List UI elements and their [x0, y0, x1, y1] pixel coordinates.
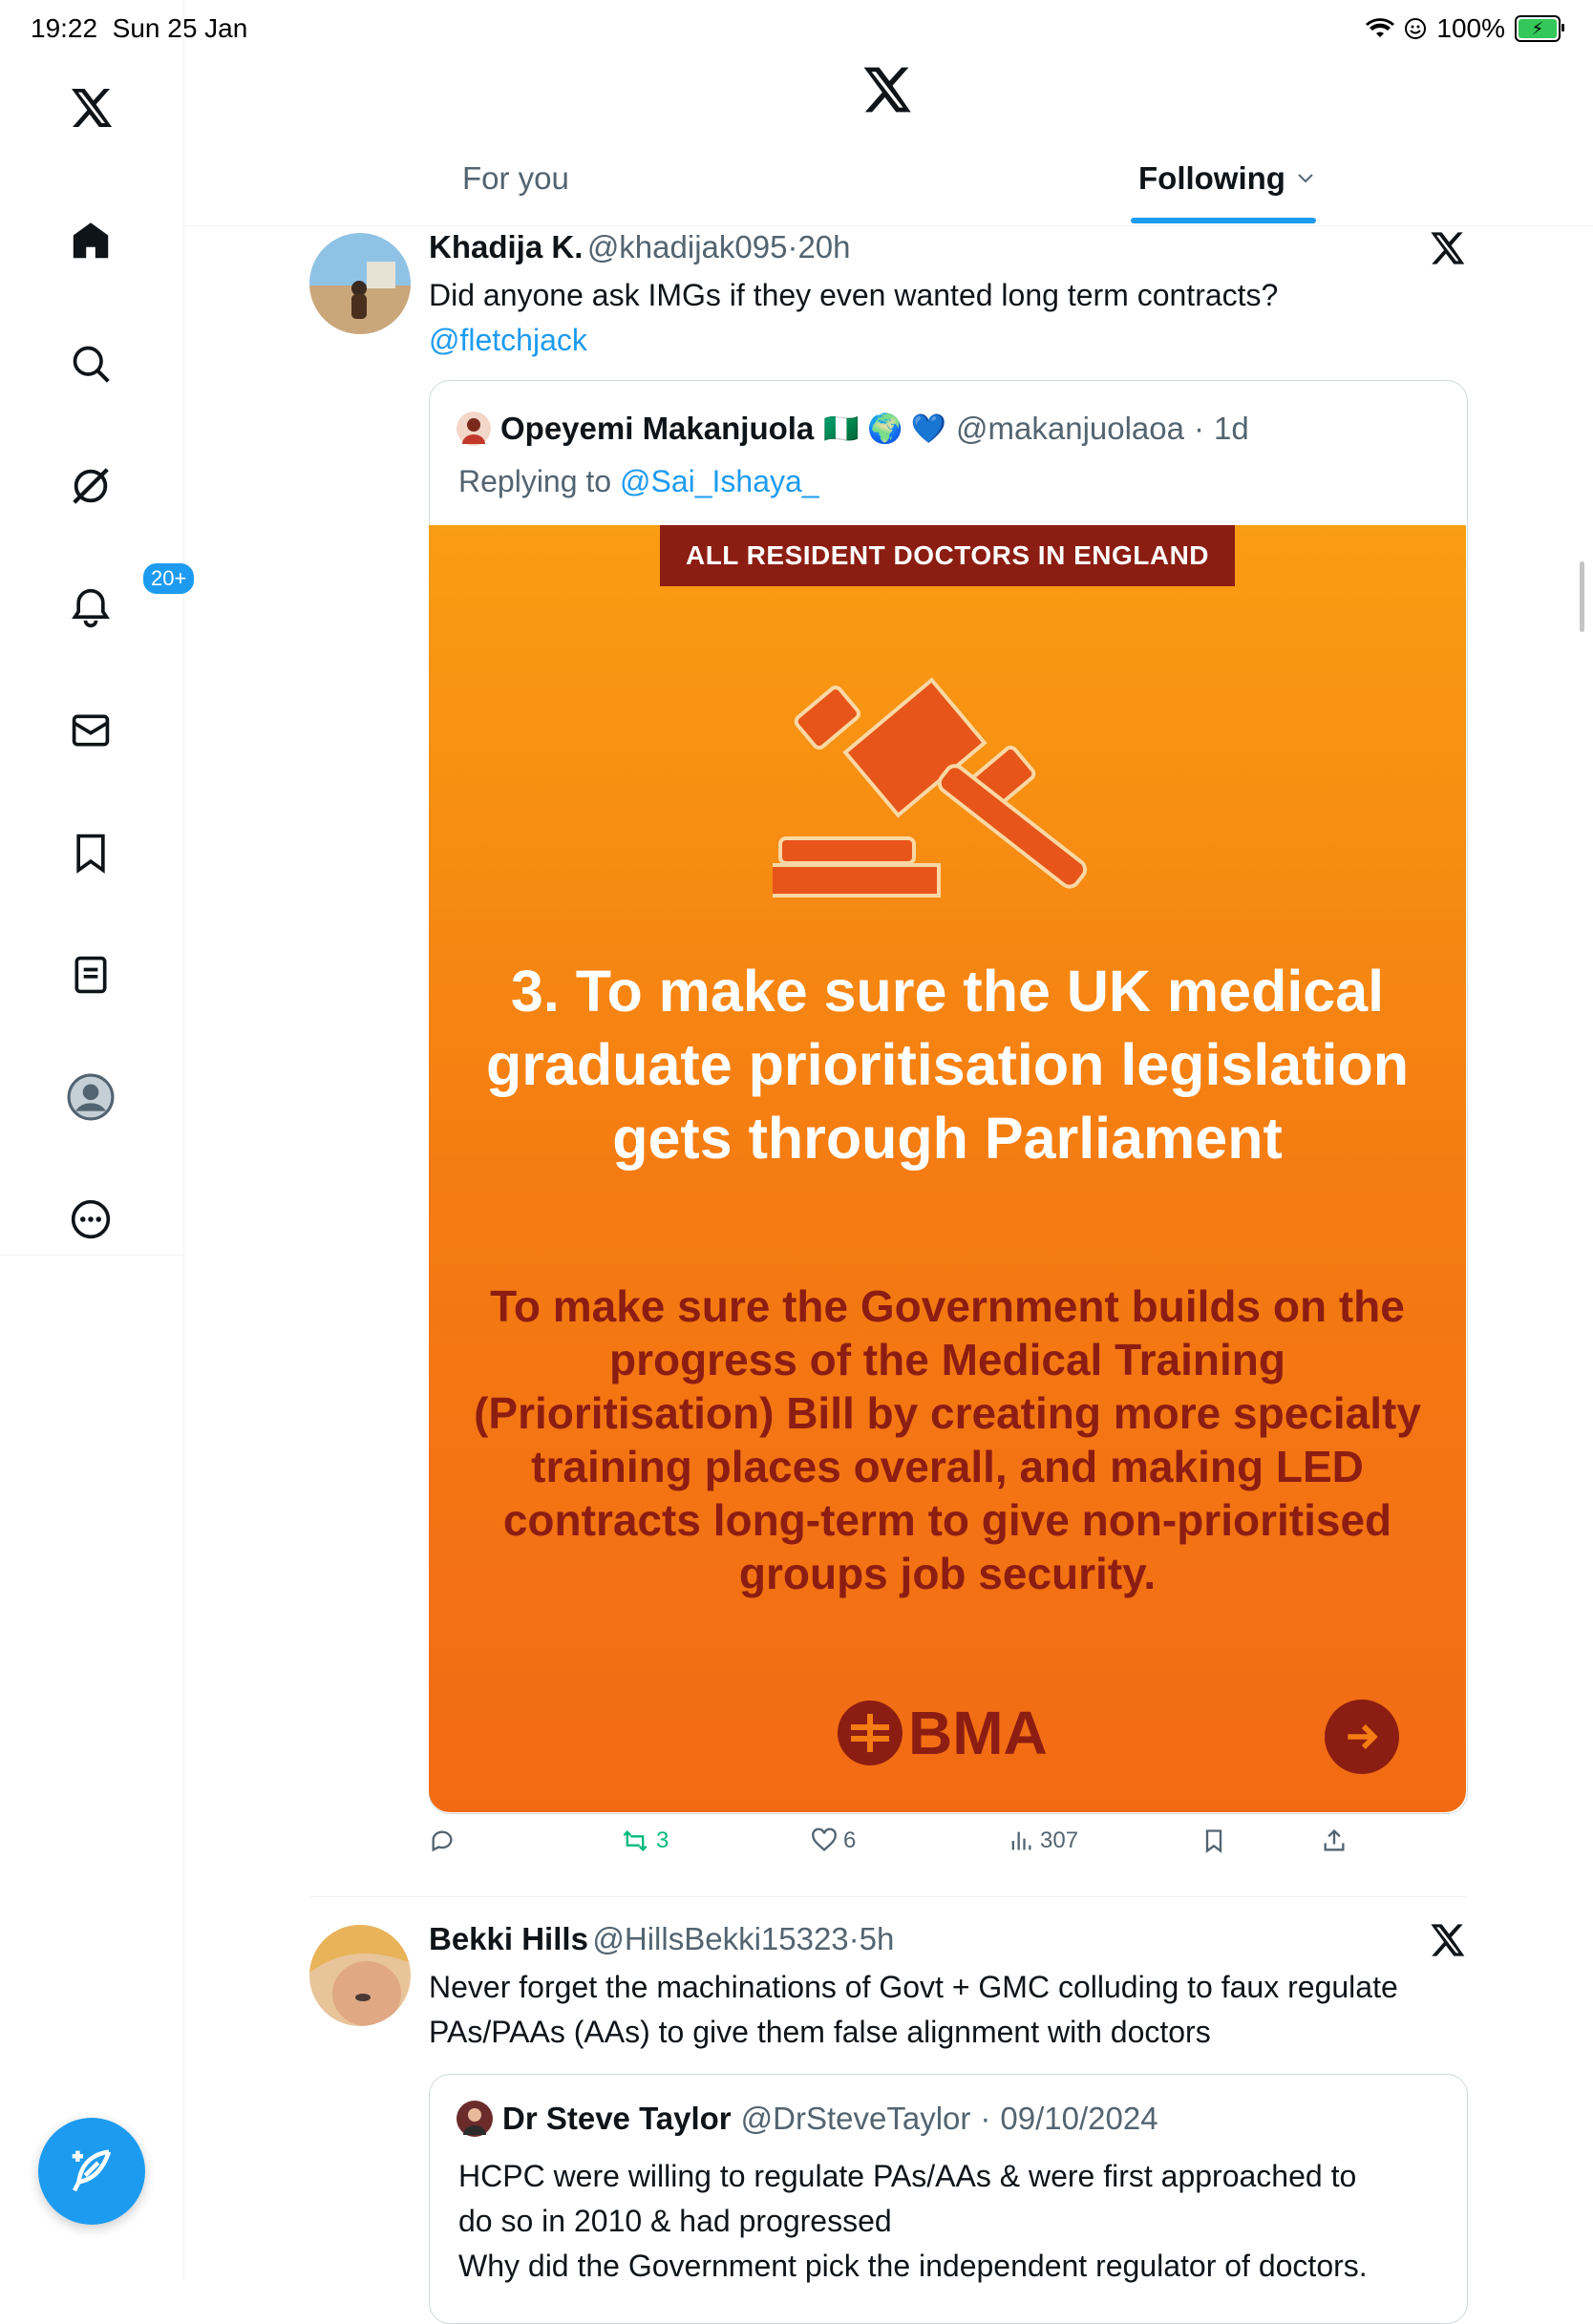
- quote-text-line: Why did the Government pick the independ…: [458, 2249, 1368, 2283]
- meta-separator: ·: [1194, 411, 1204, 446]
- notifications-badge: 20+: [141, 561, 197, 596]
- compose-post-button[interactable]: [38, 2118, 145, 2225]
- grok-icon[interactable]: [57, 453, 124, 519]
- profile-avatar-icon[interactable]: [57, 1064, 124, 1130]
- meta-separator: ·: [848, 1921, 860, 1956]
- quote-author-emoji: 🇳🇬 🌍 💙: [823, 412, 947, 445]
- author-handle[interactable]: @HillsBekki15323: [592, 1921, 848, 1956]
- quote-text-line: HCPC were willing to regulate PAs/AAs & …: [458, 2159, 1357, 2193]
- post-header: Bekki Hills @HillsBekki15323·5h: [429, 1921, 894, 1957]
- compose-feather-icon: [72, 2149, 112, 2192]
- replying-to-link[interactable]: @Sai_Ishaya_: [620, 464, 819, 498]
- messages-icon[interactable]: [57, 697, 124, 764]
- more-options-icon[interactable]: [57, 1186, 124, 1253]
- replying-to: Replying to @Sai_Ishaya_: [458, 464, 819, 499]
- status-date: Sun 25 Jan: [112, 13, 248, 43]
- tab-following-label: Following: [1138, 160, 1285, 196]
- wifi-icon: [1366, 18, 1395, 37]
- status-clock: 19:22: [31, 13, 98, 43]
- quoted-post-image[interactable]: ALL RESIDENT DOCTORS IN ENGLAND 3. To ma…: [429, 525, 1466, 1812]
- bma-emblem-icon: [838, 1701, 903, 1765]
- quote-author-name[interactable]: Opeyemi Makanjuola: [500, 411, 814, 447]
- replying-to-label: Replying to: [458, 464, 612, 498]
- quote-avatar[interactable]: [457, 2101, 493, 2137]
- tab-for-you[interactable]: For you: [462, 160, 569, 197]
- poster-subtext: To make sure the Government builds on th…: [474, 1281, 1421, 1598]
- bookmarks-icon[interactable]: [57, 819, 124, 886]
- tab-following[interactable]: Following: [1138, 160, 1314, 197]
- quote-author-handle[interactable]: @makanjuolaoa: [956, 411, 1184, 447]
- mention-link[interactable]: @fletchjack: [429, 318, 1470, 363]
- poster-banner: ALL RESIDENT DOCTORS IN ENGLAND: [660, 525, 1235, 586]
- reply-button[interactable]: [429, 1828, 456, 1854]
- search-icon[interactable]: [57, 330, 124, 397]
- x-logo-icon[interactable]: [57, 74, 124, 141]
- grok-explain-icon[interactable]: [1428, 1921, 1466, 1964]
- home-icon[interactable]: [57, 208, 124, 275]
- author-name[interactable]: Bekki Hills: [429, 1921, 588, 1956]
- header-divider: [184, 225, 1593, 226]
- poster-headline: 3. To make sure the UK medical graduate …: [486, 959, 1409, 1171]
- quote-time[interactable]: 1d: [1214, 411, 1249, 447]
- avatar[interactable]: [309, 1925, 411, 2026]
- notifications-bell-icon[interactable]: 20+: [57, 561, 197, 642]
- arrow-right-icon: [1325, 1700, 1399, 1774]
- heart-icon: [812, 1828, 837, 1851]
- battery-percent: 100%: [1436, 13, 1505, 43]
- meta-separator: ·: [980, 2101, 991, 2136]
- post-text: Did anyone ask IMGs if they even wanted …: [429, 273, 1470, 363]
- quote-author-name[interactable]: Dr Steve Taylor: [502, 2101, 732, 2137]
- like-count: 6: [843, 1828, 857, 1853]
- repost-icon: [623, 1830, 648, 1851]
- views-count: 307: [1040, 1828, 1079, 1853]
- like-button[interactable]: 6: [811, 1828, 856, 1854]
- bma-logo-text: BMA: [908, 1699, 1048, 1767]
- post-time[interactable]: 5h: [860, 1921, 895, 1956]
- post-time[interactable]: 20h: [797, 229, 850, 264]
- author-name[interactable]: Khadija K.: [429, 229, 583, 264]
- quote-text: HCPC were willing to regulate PAs/AAs & …: [458, 2154, 1452, 2289]
- quote-header: Opeyemi Makanjuola 🇳🇬 🌍 💙 @makanjuolaoa ·…: [457, 411, 1249, 447]
- header-x-logo-icon[interactable]: [860, 63, 917, 120]
- post-header: Khadija K. @khadijak095·20h: [429, 229, 851, 265]
- views-chart-icon: [1011, 1831, 1031, 1850]
- quote-header: Dr Steve Taylor @DrSteveTaylor · 09/10/202…: [457, 2101, 1158, 2137]
- status-time: 19:22 Sun 25 Jan: [31, 13, 247, 44]
- status-indicators: 100% ⚡: [1366, 13, 1564, 44]
- quote-avatar[interactable]: [457, 412, 491, 446]
- share-button[interactable]: [1321, 1828, 1348, 1854]
- focus-smiley-icon: [1405, 18, 1427, 39]
- share-icon: [1324, 1828, 1345, 1851]
- repost-button[interactable]: 3: [620, 1828, 669, 1854]
- tab-active-indicator: [1131, 218, 1316, 223]
- battery-icon: ⚡: [1515, 15, 1564, 42]
- chevron-down-icon: [1298, 174, 1313, 183]
- reply-icon: [432, 1830, 453, 1852]
- author-handle[interactable]: @khadijak095: [587, 229, 788, 264]
- post-text-body: Did anyone ask IMGs if they even wanted …: [429, 278, 1279, 312]
- post-divider: [309, 1896, 1466, 1897]
- sidebar-nav: 20+: [0, 55, 197, 1256]
- quote-time[interactable]: 09/10/2024: [1000, 2101, 1158, 2137]
- bma-logo: BMA: [838, 1698, 1048, 1768]
- post-text: Never forget the machinations of Govt + …: [429, 1970, 1398, 2049]
- bookmark-icon: [1205, 1829, 1222, 1853]
- grok-explain-icon[interactable]: [1428, 229, 1466, 272]
- bookmark-button[interactable]: [1200, 1828, 1227, 1854]
- views-button[interactable]: 307: [1008, 1828, 1078, 1854]
- articles-icon[interactable]: [57, 941, 124, 1008]
- quote-text-line: do so in 2010 & had progressed: [458, 2204, 892, 2238]
- scrollbar[interactable]: [1580, 561, 1584, 632]
- meta-separator: ·: [787, 229, 798, 264]
- repost-count: 3: [656, 1828, 669, 1853]
- quote-author-handle[interactable]: @DrSteveTaylor: [741, 2101, 971, 2137]
- post-actions: 3 6 307: [429, 1828, 1466, 1870]
- avatar[interactable]: [309, 233, 411, 334]
- gavel-icon: [773, 677, 1088, 898]
- tab-for-you-label: For you: [462, 160, 569, 196]
